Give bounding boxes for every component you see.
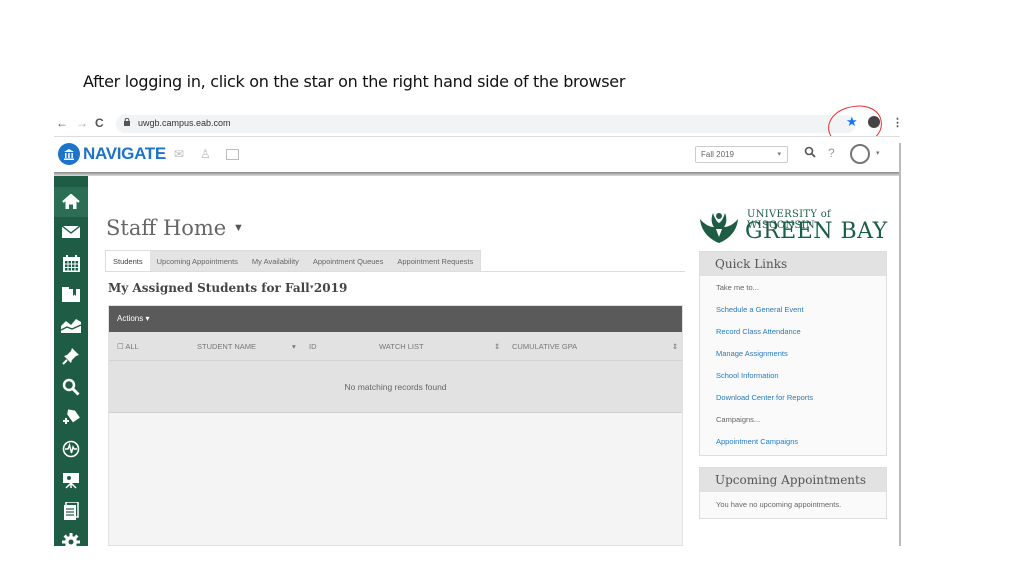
quick-links-label-take-me-to: Take me to... bbox=[716, 283, 759, 292]
sidebar-item-messages[interactable] bbox=[54, 217, 88, 247]
tab-my-availability[interactable]: My Availability bbox=[245, 251, 306, 271]
sidebar-item-folder[interactable] bbox=[54, 279, 88, 309]
page-title: Staff Home bbox=[106, 216, 227, 240]
pushpin-icon bbox=[62, 348, 79, 365]
chevron-down-icon[interactable]: ▾ bbox=[876, 149, 880, 157]
link-download-center-for-reports[interactable]: Download Center for Reports bbox=[700, 387, 886, 409]
chevron-down-icon: ▾ bbox=[777, 151, 781, 158]
presentation-icon bbox=[63, 473, 79, 489]
sidebar-item-pin[interactable] bbox=[54, 341, 88, 371]
sidebar-item-activity[interactable] bbox=[54, 434, 88, 464]
upcoming-appointments-panel: Upcoming Appointments You have no upcomi… bbox=[699, 467, 887, 519]
sidebar-item-documents[interactable] bbox=[54, 496, 88, 526]
sidebar-item-search[interactable] bbox=[54, 372, 88, 402]
window-icon[interactable] bbox=[226, 149, 239, 160]
table-header: ☐ ALL STUDENT NAME ▾ ID WATCH LIST ⇕ CUM… bbox=[109, 332, 682, 361]
sidebar-item-reports[interactable] bbox=[54, 310, 88, 340]
quick-links-label-campaigns: Campaigns... bbox=[716, 415, 761, 424]
tab-students[interactable]: Students bbox=[106, 251, 150, 271]
link-schedule-general-event[interactable]: Schedule a General Event bbox=[700, 299, 886, 321]
user-avatar[interactable] bbox=[850, 144, 870, 164]
tab-bar: Students Upcoming Appointments My Availa… bbox=[105, 250, 482, 272]
sidebar-item-settings[interactable] bbox=[54, 527, 88, 557]
tab-divider bbox=[105, 271, 685, 272]
tab-upcoming-appointments[interactable]: Upcoming Appointments bbox=[150, 251, 245, 271]
sort-icon[interactable]: ▾ bbox=[292, 342, 296, 351]
navigate-logo-icon[interactable] bbox=[58, 143, 80, 165]
column-student-name[interactable]: STUDENT NAME bbox=[197, 342, 256, 351]
sidebar-item-add-tag[interactable] bbox=[54, 403, 88, 433]
actions-button[interactable]: Actions ▾ bbox=[117, 314, 149, 323]
back-icon[interactable]: ← bbox=[56, 116, 68, 130]
sort-icon[interactable]: ⇕ bbox=[672, 342, 678, 351]
lock-icon bbox=[124, 118, 130, 126]
gear-icon bbox=[62, 533, 80, 551]
select-all-checkbox[interactable]: ☐ ALL bbox=[117, 342, 139, 351]
area-chart-icon bbox=[61, 318, 81, 333]
sidebar-item-home[interactable] bbox=[54, 187, 88, 217]
sidebar-item-calendar[interactable] bbox=[54, 248, 88, 278]
logo-green-bay-text: GREEN BAY bbox=[745, 219, 888, 244]
home-icon bbox=[62, 194, 80, 209]
page-title-dropdown-icon[interactable]: ▼ bbox=[233, 222, 244, 234]
column-cumulative-gpa[interactable]: CUMULATIVE GPA bbox=[512, 342, 577, 351]
search-icon[interactable] bbox=[804, 146, 816, 158]
column-id[interactable]: ID bbox=[309, 342, 317, 351]
upcoming-appointments-message: You have no upcoming appointments. bbox=[716, 500, 842, 509]
app-header: NAVIGATE ✉ ♙ Fall 2019 ▾ ? ▾ bbox=[54, 136, 900, 172]
empty-message: No matching records found bbox=[344, 382, 447, 392]
quick-links-title: Quick Links bbox=[700, 252, 886, 276]
documents-icon bbox=[64, 502, 79, 520]
tab-appointment-requests[interactable]: Appointment Requests bbox=[390, 251, 480, 271]
link-appointment-campaigns[interactable]: Appointment Campaigns bbox=[700, 431, 886, 453]
envelope-icon bbox=[62, 226, 80, 238]
section-dropdown-icon[interactable]: ▾ bbox=[310, 283, 314, 291]
help-icon[interactable]: ? bbox=[828, 146, 835, 160]
reload-icon[interactable]: C bbox=[95, 116, 104, 130]
sidebar-item-presentation[interactable] bbox=[54, 465, 88, 495]
link-school-information[interactable]: School Information bbox=[700, 365, 886, 387]
quick-links-panel: Quick Links Take me to... Schedule a Gen… bbox=[699, 251, 887, 456]
tab-appointment-queues[interactable]: Appointment Queues bbox=[306, 251, 390, 271]
upcoming-appointments-title: Upcoming Appointments bbox=[700, 468, 886, 492]
term-select-value: Fall 2019 bbox=[701, 150, 734, 159]
activity-icon bbox=[62, 440, 80, 458]
sort-icon[interactable]: ⇕ bbox=[494, 342, 500, 351]
term-select[interactable]: Fall 2019 ▾ bbox=[695, 146, 788, 163]
phoenix-logo-icon bbox=[700, 213, 738, 243]
link-record-class-attendance[interactable]: Record Class Attendance bbox=[700, 321, 886, 343]
link-manage-assignments[interactable]: Manage Assignments bbox=[700, 343, 886, 365]
page-scrollbar[interactable] bbox=[899, 143, 901, 546]
url-text: uwgb.campus.eab.com bbox=[138, 118, 231, 128]
browser-toolbar: ← → C uwgb.campus.eab.com ★ ⋮ bbox=[54, 113, 903, 135]
search-icon bbox=[62, 378, 80, 396]
instruction-caption: After logging in, click on the star on t… bbox=[83, 72, 626, 91]
brand-name[interactable]: NAVIGATE bbox=[83, 144, 166, 164]
calendar-icon bbox=[62, 254, 80, 272]
university-logo: UNIVERSITY of WISCONSIN GREEN BAY bbox=[699, 207, 889, 247]
folder-icon bbox=[62, 286, 80, 302]
people-icon[interactable]: ♙ bbox=[200, 147, 211, 161]
table-action-bar: Actions ▾ bbox=[109, 306, 682, 332]
students-table: Actions ▾ ☐ ALL STUDENT NAME ▾ ID WATCH … bbox=[108, 305, 683, 546]
address-bar[interactable]: uwgb.campus.eab.com bbox=[116, 115, 856, 133]
column-watch-list[interactable]: WATCH LIST bbox=[379, 342, 424, 351]
sidebar bbox=[54, 176, 88, 551]
browser-menu-icon[interactable]: ⋮ bbox=[892, 116, 903, 129]
table-empty-row: No matching records found bbox=[109, 361, 682, 413]
forward-icon[interactable]: → bbox=[76, 116, 88, 130]
add-tag-icon bbox=[63, 409, 80, 424]
mail-icon[interactable]: ✉ bbox=[174, 147, 184, 161]
